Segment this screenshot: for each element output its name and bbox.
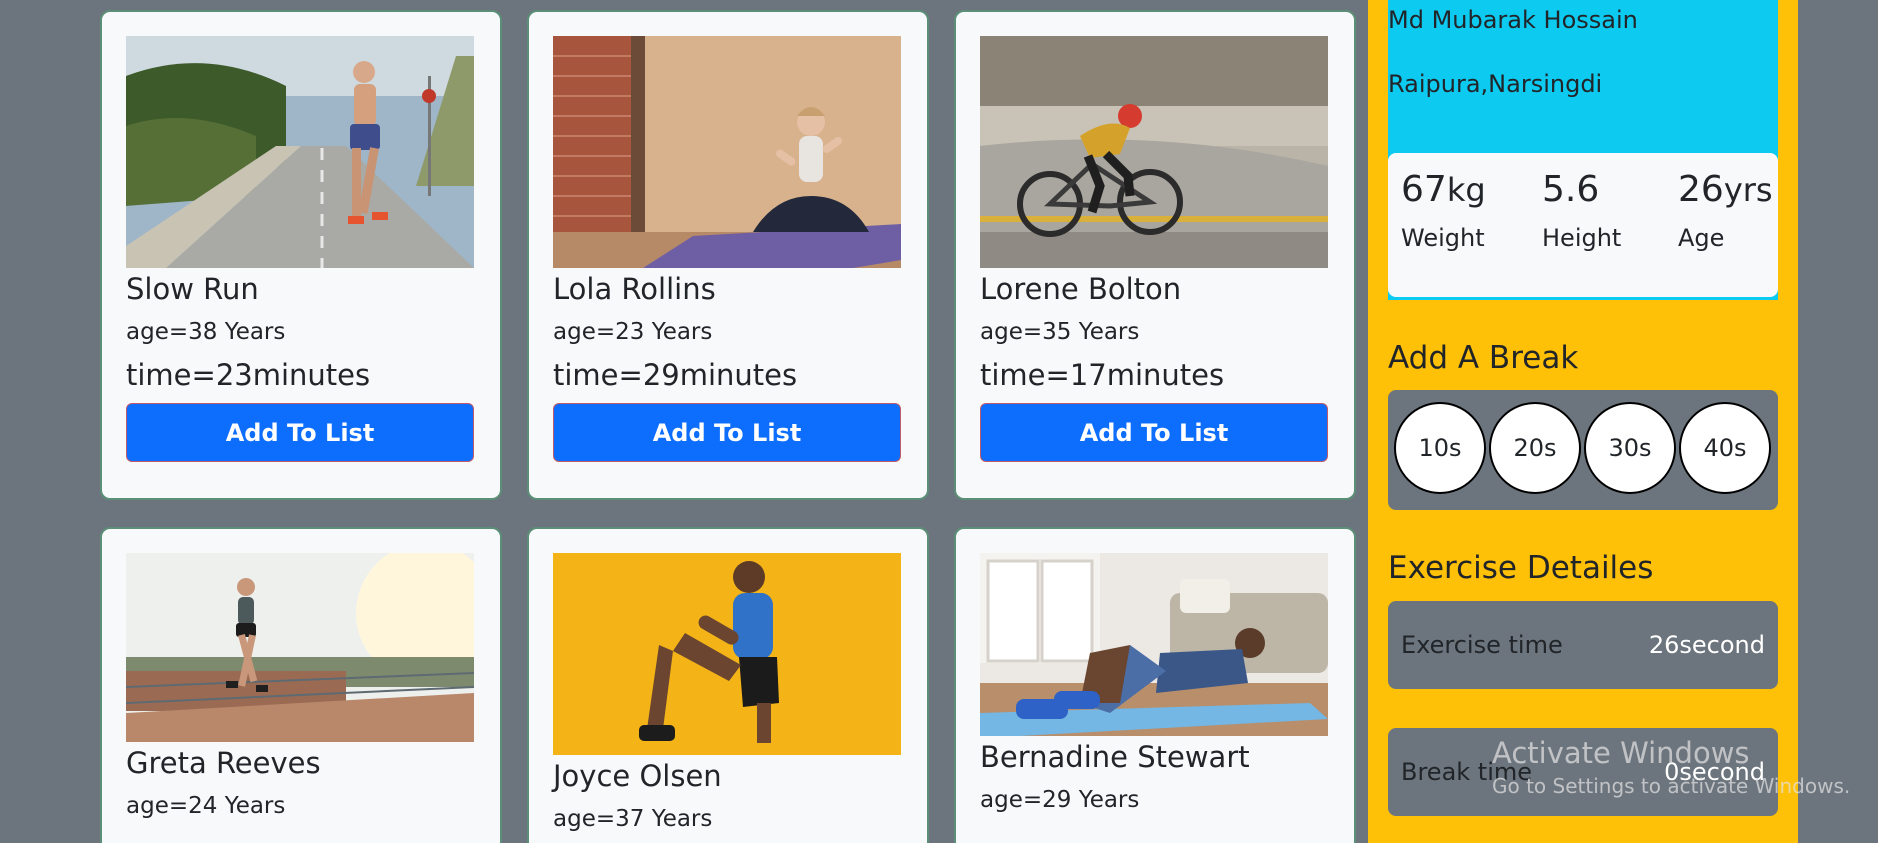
break-time-row: Break time 0second — [1388, 728, 1778, 816]
break-section-title: Add A Break — [1388, 340, 1579, 376]
stat-age-value: 26 — [1678, 169, 1724, 210]
stat-age: 26yrs Age — [1678, 169, 1773, 252]
break-time-label: Break time — [1401, 758, 1533, 786]
card-age: age=38 Years — [126, 318, 286, 345]
exercise-card: Lorene Bolton age=35 Years time=17minute… — [954, 10, 1356, 500]
exercise-card: Joyce Olsen age=37 Years — [527, 527, 929, 843]
card-time: time=29minutes — [553, 358, 798, 393]
card-title: Greta Reeves — [126, 746, 321, 780]
card-title: Lola Rollins — [553, 272, 716, 306]
stat-height: 5.6 Height — [1542, 169, 1621, 252]
break-40s-button[interactable]: 40s — [1679, 402, 1771, 494]
exercise-card: Greta Reeves age=24 Years — [100, 527, 502, 843]
app-root: Slow Run age=38 Years time=23minutes Add… — [0, 0, 1878, 843]
stat-weight-value: 67 — [1401, 169, 1447, 210]
add-to-list-button[interactable]: Add To List — [980, 403, 1328, 463]
exercise-card: Bernadine Stewart age=29 Years — [954, 527, 1356, 843]
exercise-time-value: 26second — [1648, 631, 1765, 659]
exercise-time-row: Exercise time 26second — [1388, 601, 1778, 689]
card-age: age=35 Years — [980, 318, 1140, 345]
stat-age-label: Age — [1678, 224, 1725, 252]
card-title: Joyce Olsen — [553, 759, 722, 793]
add-to-list-button[interactable]: Add To List — [126, 403, 474, 463]
card-age: age=23 Years — [553, 318, 713, 345]
add-to-list-button[interactable]: Add To List — [553, 403, 901, 463]
break-10s-button[interactable]: 10s — [1394, 402, 1486, 494]
card-age: age=29 Years — [980, 786, 1140, 813]
exercise-card: Slow Run age=38 Years time=23minutes Add… — [100, 10, 502, 500]
break-20s-button[interactable]: 20s — [1489, 402, 1581, 494]
stat-height-label: Height — [1542, 224, 1622, 252]
card-image-runner — [126, 36, 474, 268]
card-image-stretching — [553, 553, 901, 755]
card-age: age=37 Years — [553, 805, 713, 832]
stat-age-unit: yrs — [1723, 171, 1773, 209]
profile-name: Md Mubarak Hossain — [1388, 6, 1638, 34]
card-image-cyclist — [980, 36, 1328, 268]
card-title: Lorene Bolton — [980, 272, 1182, 306]
card-image-jogger — [126, 553, 474, 742]
exercise-card: Lola Rollins age=23 Years time=29minutes… — [527, 10, 929, 500]
stat-weight: 67kg Weight — [1401, 169, 1486, 252]
break-30s-button[interactable]: 30s — [1584, 402, 1676, 494]
exercise-details-title: Exercise Detailes — [1388, 550, 1654, 586]
exercise-time-label: Exercise time — [1401, 631, 1563, 659]
card-image-yoga — [553, 36, 901, 268]
card-time: time=17minutes — [980, 358, 1225, 393]
card-title: Bernadine Stewart — [980, 740, 1250, 774]
stat-height-value: 5.6 — [1542, 169, 1600, 210]
profile-address: Raipura,Narsingdi — [1388, 70, 1603, 98]
stat-weight-unit: kg — [1446, 171, 1486, 209]
card-title: Slow Run — [126, 272, 259, 306]
card-image-crunches — [980, 553, 1328, 736]
profile-panel: Md Mubarak Hossain Raipura,Narsingdi 67k… — [1388, 0, 1778, 300]
card-time: time=23minutes — [126, 358, 371, 393]
stat-weight-label: Weight — [1401, 224, 1485, 252]
break-options: 10s 20s 30s 40s — [1388, 390, 1778, 510]
card-age: age=24 Years — [126, 792, 286, 819]
profile-stats: 67kg Weight 5.6 Height 26yrs Age — [1388, 153, 1778, 297]
sidebar: Md Mubarak Hossain Raipura,Narsingdi 67k… — [1368, 0, 1798, 843]
break-time-value: 0second — [1664, 758, 1765, 786]
